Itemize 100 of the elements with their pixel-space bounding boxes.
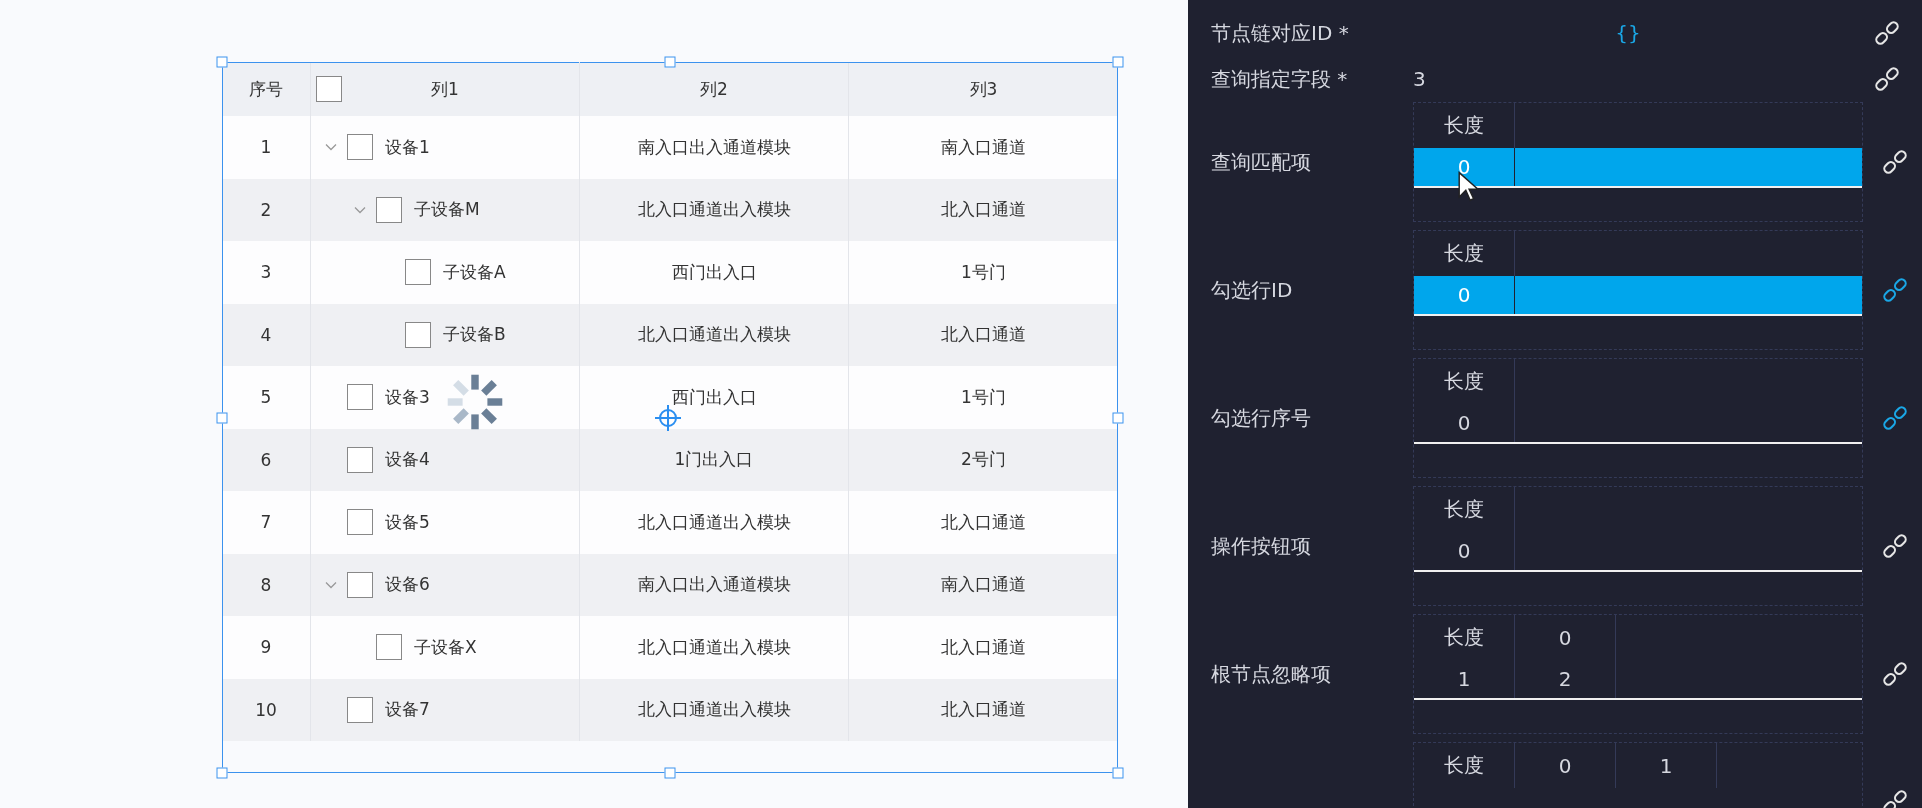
property-label: 节点链对应ID * [1211, 19, 1350, 47]
table-cell: 北入口通道出入模块 [637, 635, 791, 659]
table-row[interactable]: 8 设备6 南入口出入通道模块 南入口通道 [222, 553, 1118, 616]
link-icon[interactable] [1881, 660, 1909, 688]
device-name: 子设备B [443, 323, 506, 347]
device-name: 设备7 [385, 698, 430, 722]
checkbox[interactable] [347, 446, 373, 473]
array-cell[interactable]: 长度 [1414, 359, 1515, 404]
column-header: 序号 [249, 77, 283, 101]
array-editor[interactable]: 长度 0 [1413, 358, 1863, 478]
table-row[interactable]: 2 子设备M 北入口通道出入模块 北入口通道 [222, 178, 1118, 241]
column-header: 列2 [700, 77, 728, 101]
table-cell: 北入口通道出入模块 [637, 510, 791, 534]
property-label: 查询指定字段 * [1211, 65, 1349, 93]
device-name: 设备5 [385, 510, 430, 534]
table-cell: 西门出入口 [671, 260, 757, 284]
table-cell: 北入口通道 [941, 198, 1026, 222]
resize-handle[interactable] [216, 412, 228, 423]
array-editor[interactable]: 长度 0 [1413, 486, 1863, 606]
property-label: 根节点忽略项 [1211, 660, 1332, 688]
table-cell: 北入口通道 [941, 510, 1026, 534]
array-editor[interactable]: 长度 0 [1413, 230, 1863, 350]
table-row[interactable]: 9 子设备X 北入口通道出入模块 北入口通道 [222, 616, 1118, 679]
property-label: 操作按钮项 [1211, 532, 1312, 560]
table-row[interactable]: 1 设备1 南入口出入通道模块 南入口通道 [222, 116, 1118, 179]
resize-handle[interactable] [1112, 56, 1124, 68]
table-cell: 1号门 [961, 385, 1006, 409]
selection-frame[interactable] [222, 62, 1118, 773]
table-cell: 北入口通道出入模块 [637, 698, 791, 722]
row-number: 9 [260, 637, 272, 658]
array-cell[interactable]: 长度 [1414, 615, 1515, 660]
table-row[interactable]: 7 设备5 北入口通道出入模块 北入口通道 [222, 491, 1118, 554]
checkbox[interactable] [347, 134, 373, 161]
property-value[interactable]: 3 [1413, 67, 1873, 91]
link-icon[interactable] [1881, 788, 1909, 808]
table-row[interactable]: 3 子设备A 西门出入口 1号门 [222, 241, 1118, 304]
table-cell: 1门出入口 [674, 448, 754, 472]
checkbox[interactable] [347, 509, 373, 536]
table-cell: 南入口出入通道模块 [637, 135, 791, 159]
link-icon[interactable] [1881, 276, 1909, 304]
table-cell: 北入口通道出入模块 [637, 198, 791, 222]
array-cell[interactable]: 0 [1515, 615, 1616, 660]
table-cell: 北入口通道 [941, 323, 1026, 347]
row-number: 7 [260, 512, 272, 533]
table-cell: 1号门 [961, 260, 1006, 284]
checkbox[interactable] [316, 76, 342, 102]
link-icon[interactable] [1881, 148, 1909, 176]
expression-value[interactable]: {} [1413, 21, 1873, 45]
checkbox[interactable] [376, 196, 402, 223]
array-cell[interactable]: 1 [1616, 743, 1717, 788]
checkbox[interactable] [347, 696, 373, 723]
device-name: 设备3 [385, 385, 430, 409]
table-cell: 北入口通道 [941, 698, 1026, 722]
resize-handle[interactable] [1112, 767, 1124, 779]
row-number: 10 [255, 699, 277, 720]
resize-handle[interactable] [664, 56, 676, 68]
array-editor[interactable]: 长度 0 [1413, 102, 1863, 222]
array-cell[interactable]: 长度 [1414, 487, 1515, 532]
checkbox[interactable] [376, 634, 402, 661]
array-editor[interactable]: 长度 0 1 [1413, 742, 1863, 808]
device-name: 子设备A [443, 260, 506, 284]
resize-handle[interactable] [664, 767, 676, 779]
row-number: 4 [260, 324, 272, 345]
property-label: 勾选行ID [1211, 276, 1294, 304]
device-name: 设备1 [385, 135, 430, 159]
row-number: 3 [260, 262, 272, 283]
table-cell: 2号门 [961, 448, 1006, 472]
link-icon[interactable] [1873, 65, 1901, 93]
resize-handle[interactable] [216, 56, 228, 68]
row-number: 8 [260, 574, 272, 595]
property-label: 查询匹配项 [1211, 148, 1312, 176]
resize-handle[interactable] [1112, 412, 1124, 423]
array-cell[interactable]: 长度 [1414, 743, 1515, 788]
table-cell: 北入口通道 [941, 635, 1026, 659]
link-icon[interactable] [1873, 19, 1901, 47]
link-icon[interactable] [1881, 532, 1909, 560]
row-number: 5 [260, 387, 272, 408]
table-cell: 南入口通道 [941, 135, 1026, 159]
link-icon[interactable] [1881, 404, 1909, 432]
table-cell: 西门出入口 [671, 385, 757, 409]
array-cell[interactable]: 0 [1515, 743, 1616, 788]
property-label: 勾选行序号 [1211, 404, 1312, 432]
array-editor[interactable]: 长度 0 1 2 [1413, 614, 1863, 734]
row-number: 6 [260, 449, 272, 470]
table-cell: 北入口通道出入模块 [637, 323, 791, 347]
table-cell: 南入口通道 [941, 573, 1026, 597]
checkbox[interactable] [347, 571, 373, 598]
device-name: 设备6 [385, 573, 430, 597]
checkbox[interactable] [347, 384, 373, 411]
device-name: 子设备M [414, 198, 480, 222]
table-row[interactable]: 4 子设备B 北入口通道出入模块 北入口通道 [222, 303, 1118, 366]
table-row[interactable]: 6 设备4 1门出入口 2号门 [222, 428, 1118, 491]
resize-handle[interactable] [216, 767, 228, 779]
table-row[interactable]: 10 设备7 北入口通道出入模块 北入口通道 [222, 678, 1118, 741]
checkbox[interactable] [405, 259, 431, 286]
row-number: 2 [260, 199, 272, 220]
table-row[interactable]: 5 设备3 西门出入口 1号门 [222, 366, 1118, 429]
checkbox[interactable] [405, 321, 431, 348]
crosshair-icon[interactable] [654, 404, 682, 432]
column-header: 列1 [431, 77, 459, 101]
